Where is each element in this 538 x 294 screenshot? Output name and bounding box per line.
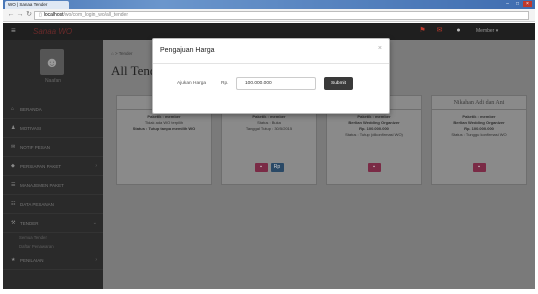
sidebar-item-label: PERSIAPAN PAKET: [20, 163, 62, 169]
sidebar-item-persiapan-paket[interactable]: ◆ PERSIAPAN PAKET ›: [3, 157, 103, 176]
box-icon: ◆: [11, 163, 15, 169]
sidebar-subitem-semua-tender[interactable]: Semua Tender: [3, 233, 103, 242]
close-icon[interactable]: ×: [378, 45, 382, 52]
cart-icon: ☷: [11, 201, 16, 207]
card-title: Nikahan Adi dan Ani: [432, 96, 526, 110]
sidebar-item-label: DATA PESANAN: [20, 201, 54, 207]
price-offer-modal: Pengajuan Harga × Ajukan Harga Rp. Submi…: [152, 38, 390, 114]
sidebar-item-manajemen-paket[interactable]: ☰ MANAJEMEN PAKET: [3, 176, 103, 195]
back-icon[interactable]: ←: [7, 11, 15, 19]
sidebar-item-data-pesanan[interactable]: ☷ DATA PESANAN: [3, 195, 103, 214]
browser-titlebar: WO | Sanaa Tender – □ ×: [3, 0, 535, 9]
submit-button[interactable]: Submit: [324, 77, 353, 90]
sidebar-item-label: MANAJEMEN PAKET: [20, 182, 64, 188]
sidebar-item-motivasi[interactable]: ♟ MOTIVASI: [3, 119, 103, 138]
forward-icon[interactable]: →: [16, 11, 24, 19]
sidebar-username: Naafan: [44, 78, 62, 84]
modal-divider: [153, 63, 389, 64]
avatar: ☻: [40, 49, 64, 75]
minimize-icon[interactable]: –: [503, 1, 512, 7]
card-actions: ▪: [327, 163, 421, 172]
home-icon[interactable]: ⌂: [111, 51, 114, 56]
sidebar-item-beranda[interactable]: ⌂ BERANDA: [3, 100, 103, 119]
page-icon: ▯: [39, 12, 42, 18]
gavel-icon: ⚒: [11, 220, 16, 226]
card-line: Status : Tutup tanpa memilih WO: [132, 126, 196, 131]
url-field[interactable]: ▯ localhost/wo/com_login_wo/all_tender: [34, 11, 529, 20]
trash-icon: ▪: [478, 164, 480, 170]
user-avatar-icon[interactable]: ●: [454, 27, 463, 35]
chevron-right-icon: ›: [95, 163, 97, 169]
currency-label: Rp.: [221, 81, 229, 86]
mail-icon: ✉: [11, 144, 16, 150]
list-icon: ☰: [11, 182, 16, 188]
tender-card: Nikahan Adi dan Ani Paketik : member Ber…: [431, 95, 527, 185]
sidebar-item-label: MOTIVASI: [20, 125, 42, 131]
url-path: /wo/com_login_wo/all_tender: [63, 12, 128, 18]
sidebar-item-penilaian[interactable]: ★ PENILAIAN ›: [3, 251, 103, 270]
address-bar: ← → ↻ ▯ localhost/wo/com_login_wo/all_ten…: [3, 9, 535, 22]
sidebar-subitem-daftar-penawaran[interactable]: Daftar Penawaran: [3, 242, 103, 251]
sidebar-item-label: BERANDA: [20, 106, 42, 112]
breadcrumb-tender[interactable]: Tender: [119, 51, 133, 56]
card-line: Status : Tutup (dikonfirmasi WO): [345, 132, 403, 137]
modal-title: Pengajuan Harga: [160, 47, 215, 54]
card-actions: ▪: [432, 163, 526, 172]
breadcrumb: ⌂ > Tender: [111, 51, 133, 56]
maximize-icon[interactable]: □: [513, 1, 522, 7]
chevron-down-icon: ⌄: [92, 220, 97, 226]
trash-icon: ▪: [373, 164, 375, 170]
sidebar-item-label: NOTIF PESAN: [20, 144, 51, 150]
card-actions: ▪ Rp: [222, 163, 316, 172]
delete-button[interactable]: ▪: [367, 163, 381, 172]
card-line: Tanggal Tutup : 30/5/2015: [245, 126, 293, 131]
tab-title: WO | Sanaa Tender: [8, 2, 48, 7]
user-label: Member: [476, 28, 495, 34]
sidebar-item-label: PENILAIAN: [20, 257, 44, 263]
sidebar-item-tender[interactable]: ⚒ TENDER ⌄: [3, 214, 103, 233]
chevron-right-icon: ›: [95, 257, 97, 263]
sidebar-item-label: TENDER: [20, 220, 39, 226]
sidebar: ☻ Naafan ⌂ BERANDA ♟ MOTIVASI ✉ NOTIF PESAN…: [3, 40, 103, 289]
home-icon: ⌂: [11, 106, 15, 112]
message-icon[interactable]: ✉: [435, 27, 444, 35]
star-icon: ★: [11, 257, 16, 263]
card-line: Status : Tunggu konfirmasi WO: [451, 132, 507, 137]
sidebar-item-notif-pesan[interactable]: ✉ NOTIF PESAN: [3, 138, 103, 157]
bid-button[interactable]: Rp: [270, 163, 284, 172]
user-icon: ♟: [11, 125, 16, 131]
delete-button[interactable]: ▪: [472, 163, 486, 172]
close-window-icon[interactable]: ×: [523, 1, 532, 7]
reload-icon[interactable]: ↻: [25, 11, 33, 19]
sidebar-menu: ⌂ BERANDA ♟ MOTIVASI ✉ NOTIF PESAN ◆ PERSIAP…: [3, 100, 103, 270]
trash-icon: ▪: [260, 164, 262, 170]
notification-icon[interactable]: ⚑: [418, 27, 427, 35]
price-input[interactable]: [236, 77, 316, 90]
url-host: localhost: [43, 12, 64, 18]
price-label: Ajukan Harga: [177, 81, 207, 86]
delete-button[interactable]: ▪: [254, 163, 268, 172]
brand-logo: Sanaa WO: [33, 27, 73, 36]
menu-toggle-icon[interactable]: ≡: [11, 26, 16, 35]
user-menu[interactable]: Member ▾: [476, 28, 498, 34]
browser-tab[interactable]: WO | Sanaa Tender: [5, 1, 69, 9]
money-icon: Rp: [273, 164, 281, 170]
